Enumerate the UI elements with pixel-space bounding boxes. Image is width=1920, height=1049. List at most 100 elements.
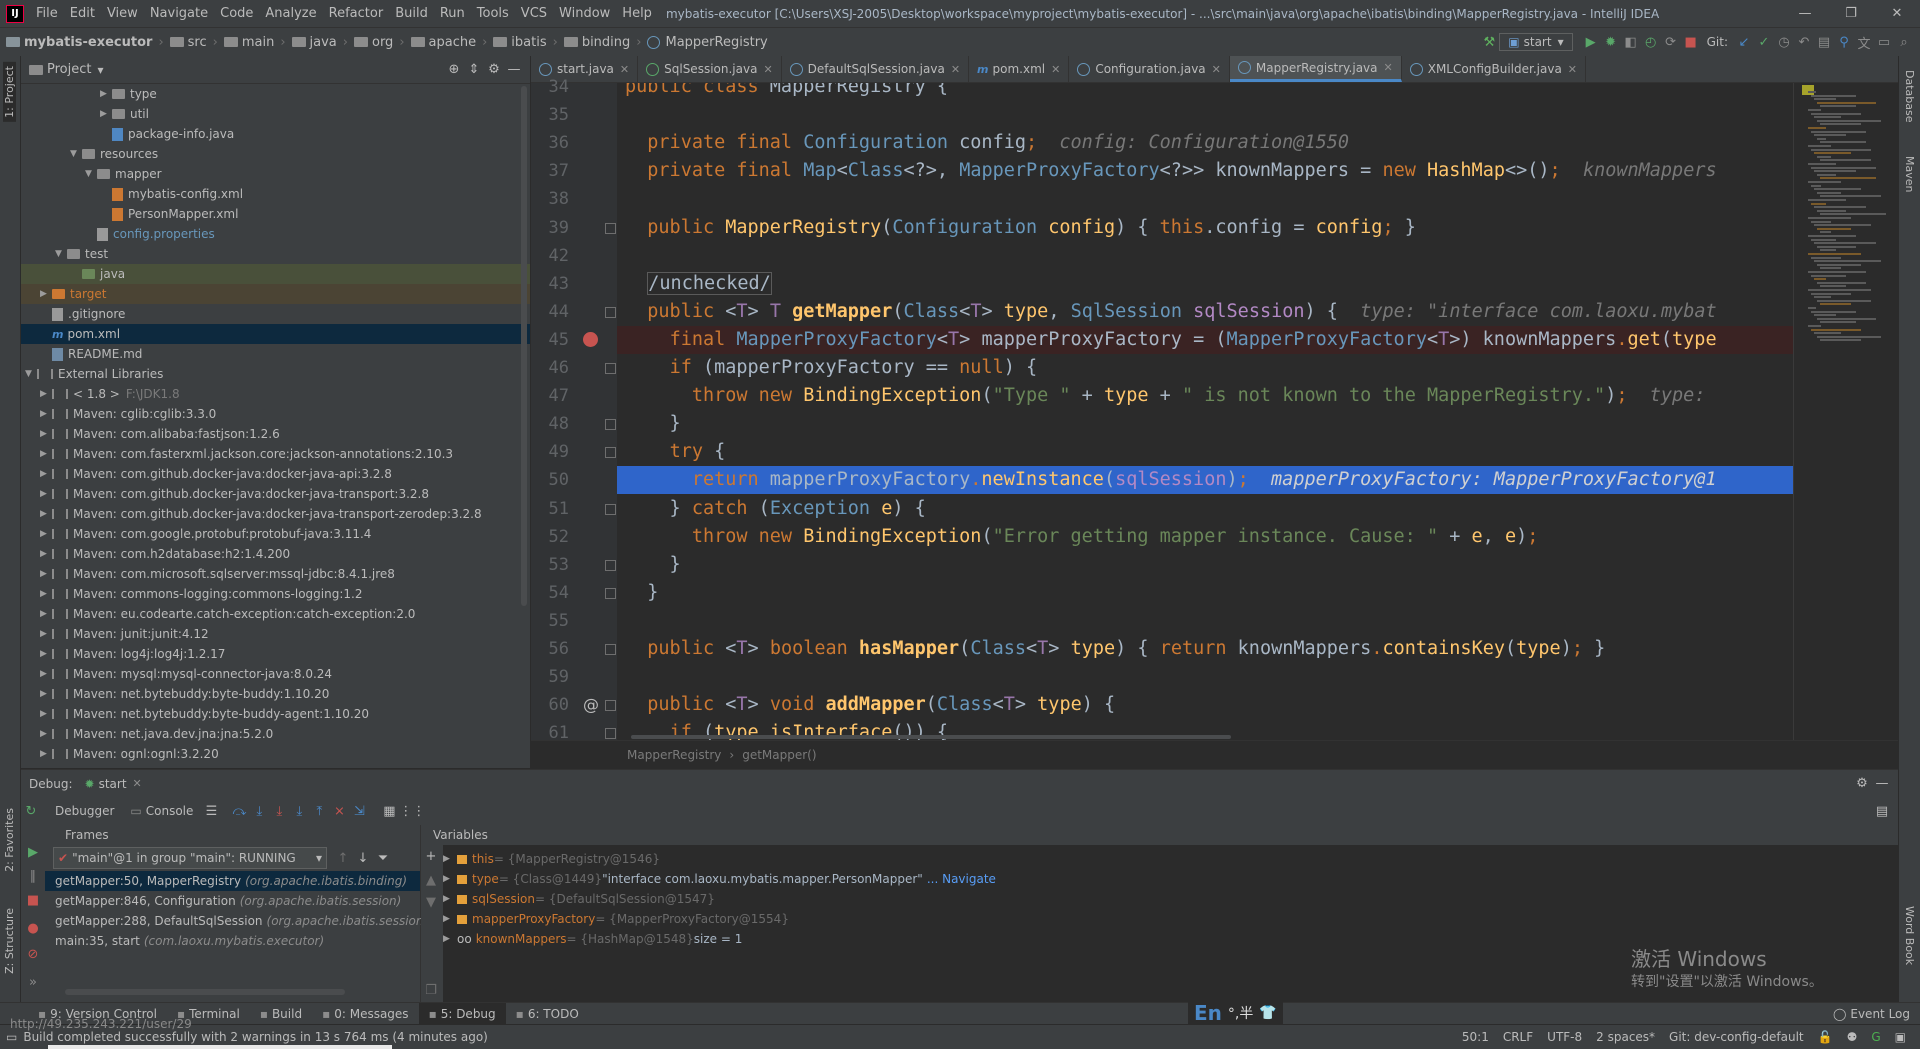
tree-item[interactable]: ▼ External Libraries [21, 364, 530, 384]
chevron-right-icon[interactable]: ▶ [100, 89, 112, 99]
chevron-right-icon[interactable]: ▶ [40, 649, 52, 659]
status-icon[interactable]: ▭ [6, 1030, 17, 1044]
variable-row[interactable]: ▶ mapperProxyFactory = {MapperProxyFactor… [443, 909, 996, 929]
chevron-right-icon[interactable]: ▶ [40, 669, 52, 679]
breadcrumb-item[interactable]: src [188, 35, 207, 50]
variable-row[interactable]: ▶ type = {Class@1449} "interface com.laox… [443, 869, 996, 889]
wordbook-tool-button[interactable]: Word Book [1903, 906, 1916, 965]
gear-icon[interactable]: ⚙ [1852, 776, 1872, 791]
close-icon[interactable]: ✕ [620, 63, 629, 76]
attach-icon[interactable]: ⟳ [1661, 35, 1681, 50]
translate-icon[interactable]: 文 [1854, 33, 1874, 52]
tree-item[interactable]: ▶ Maven: com.github.docker-java:docker-ja… [21, 464, 530, 484]
code-line[interactable]: /unchecked/ [617, 270, 772, 298]
chevron-down-icon[interactable]: ▼ [55, 249, 67, 259]
show-execution-point-icon[interactable]: ⤼ [229, 804, 249, 819]
breadcrumb-item[interactable]: org [372, 35, 393, 50]
chevron-right-icon[interactable]: ▶ [443, 874, 457, 884]
hide-icon[interactable]: — [504, 62, 524, 77]
drop-frame-icon[interactable]: ⨯ [329, 804, 349, 819]
arrow-down-icon[interactable]: ▼ [421, 895, 441, 910]
thread-select[interactable]: ✔ "main"@1 in group "main": RUNNING ▾ [53, 847, 327, 869]
editor-tab[interactable]: MapperRegistry.java ✕ [1229, 56, 1402, 82]
code-line[interactable]: return mapperProxyFactory.newInstance(sq… [617, 466, 1793, 494]
code-line[interactable]: } [617, 551, 681, 579]
horizontal-scrollbar[interactable] [631, 735, 1231, 739]
editor-tab[interactable]: SqlSession.java ✕ [638, 56, 782, 82]
editor-tab[interactable]: DefaultSqlSession.java ✕ [782, 56, 970, 82]
search-everywhere-icon[interactable]: ⚲ [1834, 35, 1854, 50]
code-line[interactable]: throw new BindingException("Type " + typ… [617, 382, 1706, 410]
pause-icon[interactable]: ∥ [23, 869, 43, 884]
step-out-icon[interactable]: ⤒ [309, 804, 329, 819]
chevron-right-icon[interactable]: ▶ [40, 509, 52, 519]
code-line[interactable]: } [617, 410, 681, 438]
stack-frame[interactable]: getMapper:50, MapperRegistry (org.apache.… [45, 871, 420, 891]
console-tab[interactable]: ▭ Console [130, 804, 193, 818]
close-icon[interactable]: ✕ [133, 777, 142, 790]
chevron-right-icon[interactable]: ▶ [40, 749, 52, 759]
menu-window[interactable]: Window [553, 6, 616, 21]
build-hammer-icon[interactable]: ⚒ [1479, 35, 1499, 50]
tool-tab[interactable]: ▪ 6: TODO [506, 1003, 589, 1025]
debugger-tab[interactable]: Debugger [55, 804, 114, 818]
chevron-right-icon[interactable]: ▶ [40, 609, 52, 619]
debug-session-tab[interactable]: start [99, 777, 127, 791]
tree-item[interactable]: config.properties [21, 224, 530, 244]
event-log-button[interactable]: ◯ Event Log [1823, 1003, 1920, 1025]
tree-item[interactable]: ▼ resources [21, 144, 530, 164]
chevron-right-icon[interactable]: ▶ [443, 894, 457, 904]
evaluate-icon[interactable]: ▦ [379, 804, 399, 819]
fold-icon[interactable] [605, 728, 616, 739]
menu-navigate[interactable]: Navigate [144, 6, 214, 21]
fold-icon[interactable] [605, 700, 616, 711]
code-line[interactable]: public <T> T getMapper(Class<T> type, Sq… [617, 298, 1716, 326]
copy-icon[interactable]: ❐ [421, 983, 441, 998]
tree-item[interactable]: m pom.xml [21, 324, 530, 344]
code-line[interactable]: public MapperRegistry(Configuration conf… [617, 214, 1416, 242]
structure-tool-button[interactable]: Z: Structure [3, 908, 16, 974]
menu-view[interactable]: View [101, 6, 144, 21]
project-view-title[interactable]: Project [47, 62, 91, 77]
code-line[interactable]: public <T> boolean hasMapper(Class<T> ty… [617, 635, 1605, 663]
close-icon[interactable]: ✕ [1384, 61, 1393, 74]
stack-frame[interactable]: getMapper:288, DefaultSqlSession (org.apa… [45, 911, 428, 931]
menu-run[interactable]: Run [434, 6, 471, 21]
project-tool-button[interactable]: 1: Project [3, 62, 16, 122]
tree-item[interactable]: ▶ Maven: commons-logging:commons-logging:… [21, 584, 530, 604]
arrow-up-icon[interactable]: ↑ [333, 851, 353, 866]
variable-row[interactable]: ▶ this = {MapperRegistry@1546} [443, 849, 996, 869]
filter-icon[interactable]: ⏷ [373, 851, 393, 866]
fold-icon[interactable] [605, 223, 616, 234]
code-line[interactable]: private final Configuration config; conf… [617, 129, 1349, 157]
ime-marks[interactable]: °,半 [1228, 1003, 1253, 1023]
tree-item[interactable]: package-info.java [21, 124, 530, 144]
minimap-viewport[interactable] [1802, 85, 1814, 95]
code-line[interactable]: private final Map<Class<?>, MapperProxyF… [617, 157, 1716, 185]
chevron-right-icon[interactable]: ▶ [100, 109, 112, 119]
tree-item[interactable]: ▶ Maven: junit:junit:4.12 [21, 624, 530, 644]
caret-position[interactable]: 50:1 [1462, 1030, 1489, 1044]
rerun-icon[interactable]: ↻ [21, 804, 41, 819]
gear-icon[interactable]: ⚙ [484, 62, 504, 77]
tree-item[interactable]: ▶ target [21, 284, 530, 304]
git-commit-icon[interactable]: ✓ [1754, 35, 1774, 50]
code-line[interactable] [617, 101, 625, 129]
chevron-right-icon[interactable]: ▶ [40, 629, 52, 639]
menu-refactor[interactable]: Refactor [323, 6, 390, 21]
trace-icon[interactable]: ⋮⋮ [399, 804, 425, 819]
fold-icon[interactable] [605, 419, 616, 430]
tree-item[interactable]: ▶ Maven: net.bytebuddy:byte-buddy-agent:1… [21, 704, 530, 724]
tree-item[interactable]: ▶ Maven: com.google.protobuf:protobuf-jav… [21, 524, 530, 544]
locate-icon[interactable]: ⊕ [444, 62, 464, 77]
chevron-right-icon[interactable]: ▶ [443, 914, 457, 924]
project-structure-icon[interactable]: ▤ [1814, 35, 1834, 50]
minimize-icon[interactable]: — [1782, 6, 1828, 21]
variable-row[interactable]: ▶ oo knownMappers = {HashMap@1548} size = … [443, 929, 996, 949]
editor-crumb-method[interactable]: getMapper() [742, 748, 816, 762]
close-icon[interactable]: ✕ [1874, 6, 1920, 21]
code-line[interactable]: public class MapperRegistry { [617, 83, 948, 101]
code-line[interactable]: public <T> void addMapper(Class<T> type)… [617, 691, 1115, 719]
chevron-right-icon[interactable]: ▶ [443, 934, 457, 944]
code-editor[interactable]: public class MapperRegistry { private fi… [617, 83, 1793, 740]
